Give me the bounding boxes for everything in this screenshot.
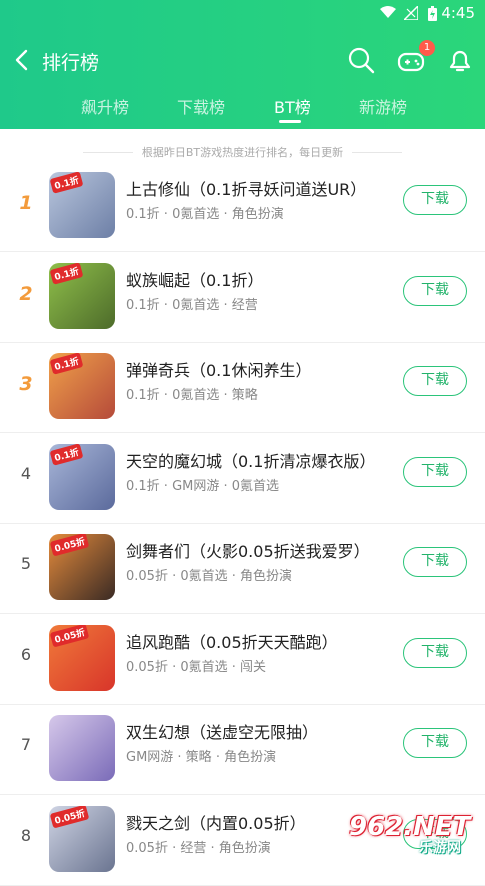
game-row[interactable]: 6 0.05折 追风跑酷（0.05折天天酷跑） 0.05折 · 0氪首选 · 闯关 下载	[0, 615, 485, 705]
game-thumbnail[interactable]: 0.1折	[49, 262, 115, 329]
search-icon[interactable]	[347, 46, 375, 74]
tab-new-games[interactable]: 新游榜	[359, 94, 407, 118]
rank-number: 1	[19, 192, 33, 214]
discount-tag: 0.1折	[49, 262, 84, 285]
game-title[interactable]: 弹弹奇兵（0.1休闲养生）	[126, 357, 311, 381]
notification-badge: 1	[419, 40, 435, 56]
rank-number: 3	[19, 373, 33, 395]
site-watermark: 962.NET 乐游网	[349, 812, 479, 856]
game-tags: 0.1折 · GM网游 · 0氪首选	[126, 478, 280, 494]
game-thumbnail[interactable]	[49, 715, 115, 781]
tab-bt[interactable]: BT榜	[274, 94, 311, 118]
game-row[interactable]: 1 0.1折 上古修仙（0.1折寻妖问道送UR） 0.1折 · 0氪首选 · 角色扮演…	[0, 162, 485, 252]
download-button[interactable]: 下载	[403, 728, 467, 758]
game-title[interactable]: 追风跑酷（0.05折天天酷跑）	[126, 629, 338, 653]
download-button[interactable]: 下载	[403, 456, 467, 487]
discount-tag: 0.05折	[49, 624, 90, 648]
bell-icon[interactable]	[446, 46, 474, 74]
game-row[interactable]: 2 0.1折 蚁族崛起（0.1折） 0.1折 · 0氪首选 · 经营 下载	[0, 253, 485, 343]
divider	[83, 152, 133, 153]
status-time: 4:45	[441, 4, 475, 22]
download-button[interactable]: 下载	[403, 275, 467, 306]
game-tags: 0.1折 · 0氪首选 · 经营	[126, 297, 258, 313]
download-button[interactable]: 下载	[403, 185, 467, 215]
game-thumbnail[interactable]: 0.1折	[49, 172, 115, 238]
discount-tag: 0.1折	[49, 353, 84, 375]
rank-number: 2	[19, 282, 33, 305]
download-button[interactable]: 下载	[403, 366, 467, 396]
discount-tag: 0.05折	[49, 534, 90, 557]
header: 4:45 排行榜 1 飙升榜 下载榜 BT榜 新游榜	[0, 0, 485, 129]
discount-tag: 0.1折	[49, 172, 84, 194]
rank-number: 7	[20, 735, 32, 754]
game-tags: 0.05折 · 经营 · 角色扮演	[126, 840, 271, 856]
rank-number: 6	[20, 644, 32, 664]
tab-bar: 飙升榜 下载榜 BT榜 新游榜	[0, 92, 485, 122]
game-tags: 0.1折 · 0氪首选 · 角色扮演	[126, 207, 284, 222]
download-button[interactable]: 下载	[403, 637, 467, 668]
game-row[interactable]: 3 0.1折 弹弹奇兵（0.1休闲养生） 0.1折 · 0氪首选 · 策略 下载	[0, 343, 485, 433]
back-arrow-icon[interactable]	[12, 48, 34, 72]
game-tags: 0.05折 · 0氪首选 · 角色扮演	[126, 569, 293, 584]
game-thumbnail[interactable]: 0.1折	[49, 353, 115, 419]
discount-tag: 0.1折	[49, 443, 84, 466]
game-tags: GM网游 · 策略 · 角色扮演	[126, 750, 277, 765]
tab-downloads[interactable]: 下载榜	[177, 94, 225, 118]
wifi-icon	[380, 6, 396, 23]
game-title[interactable]: 双生幻想（送虚空无限抽）	[126, 719, 318, 743]
battery-icon	[428, 6, 437, 25]
game-row[interactable]: 7 双生幻想（送虚空无限抽） GM网游 · 策略 · 角色扮演 下载	[0, 705, 485, 795]
game-row[interactable]: 4 0.1折 天空的魔幻城（0.1折清凉爆衣版） 0.1折 · GM网游 · 0氪首选…	[0, 434, 485, 524]
signal-icon	[402, 4, 419, 24]
game-thumbnail[interactable]: 0.05折	[49, 624, 115, 691]
tab-rising[interactable]: 飙升榜	[81, 94, 129, 118]
notice-text: 根据昨日BT游戏热度进行排名，每日更新	[141, 146, 344, 159]
rank-number: 8	[20, 825, 32, 845]
ranking-notice: 根据昨日BT游戏热度进行排名，每日更新	[0, 144, 485, 160]
game-tags: 0.05折 · 0氪首选 · 闯关	[126, 659, 267, 675]
game-thumbnail[interactable]: 0.1折	[49, 443, 115, 510]
rank-number: 5	[20, 554, 32, 573]
game-title[interactable]: 上古修仙（0.1折寻妖问道送UR）	[126, 176, 366, 200]
top-bar: 排行榜	[0, 40, 485, 80]
game-title[interactable]: 蚁族崛起（0.1折）	[126, 267, 263, 291]
download-button[interactable]: 下载	[403, 547, 467, 577]
game-row[interactable]: 5 0.05折 剑舞者们（火影0.05折送我爱罗） 0.05折 · 0氪首选 · 角色…	[0, 524, 485, 614]
game-thumbnail[interactable]: 0.05折	[49, 534, 115, 600]
game-tags: 0.1折 · 0氪首选 · 策略	[126, 388, 258, 403]
discount-tag: 0.05折	[49, 805, 90, 829]
rank-number: 4	[20, 463, 32, 483]
watermark-text: 乐游网	[419, 840, 461, 856]
status-bar: 4:45	[0, 0, 485, 28]
active-tab-indicator	[279, 120, 301, 123]
game-title[interactable]: 戮天之剑（内置0.05折）	[126, 810, 306, 834]
divider	[352, 152, 402, 153]
game-title[interactable]: 天空的魔幻城（0.1折清凉爆衣版）	[126, 448, 375, 472]
game-title[interactable]: 剑舞者们（火影0.05折送我爱罗）	[126, 538, 370, 562]
page-title: 排行榜	[42, 52, 100, 74]
